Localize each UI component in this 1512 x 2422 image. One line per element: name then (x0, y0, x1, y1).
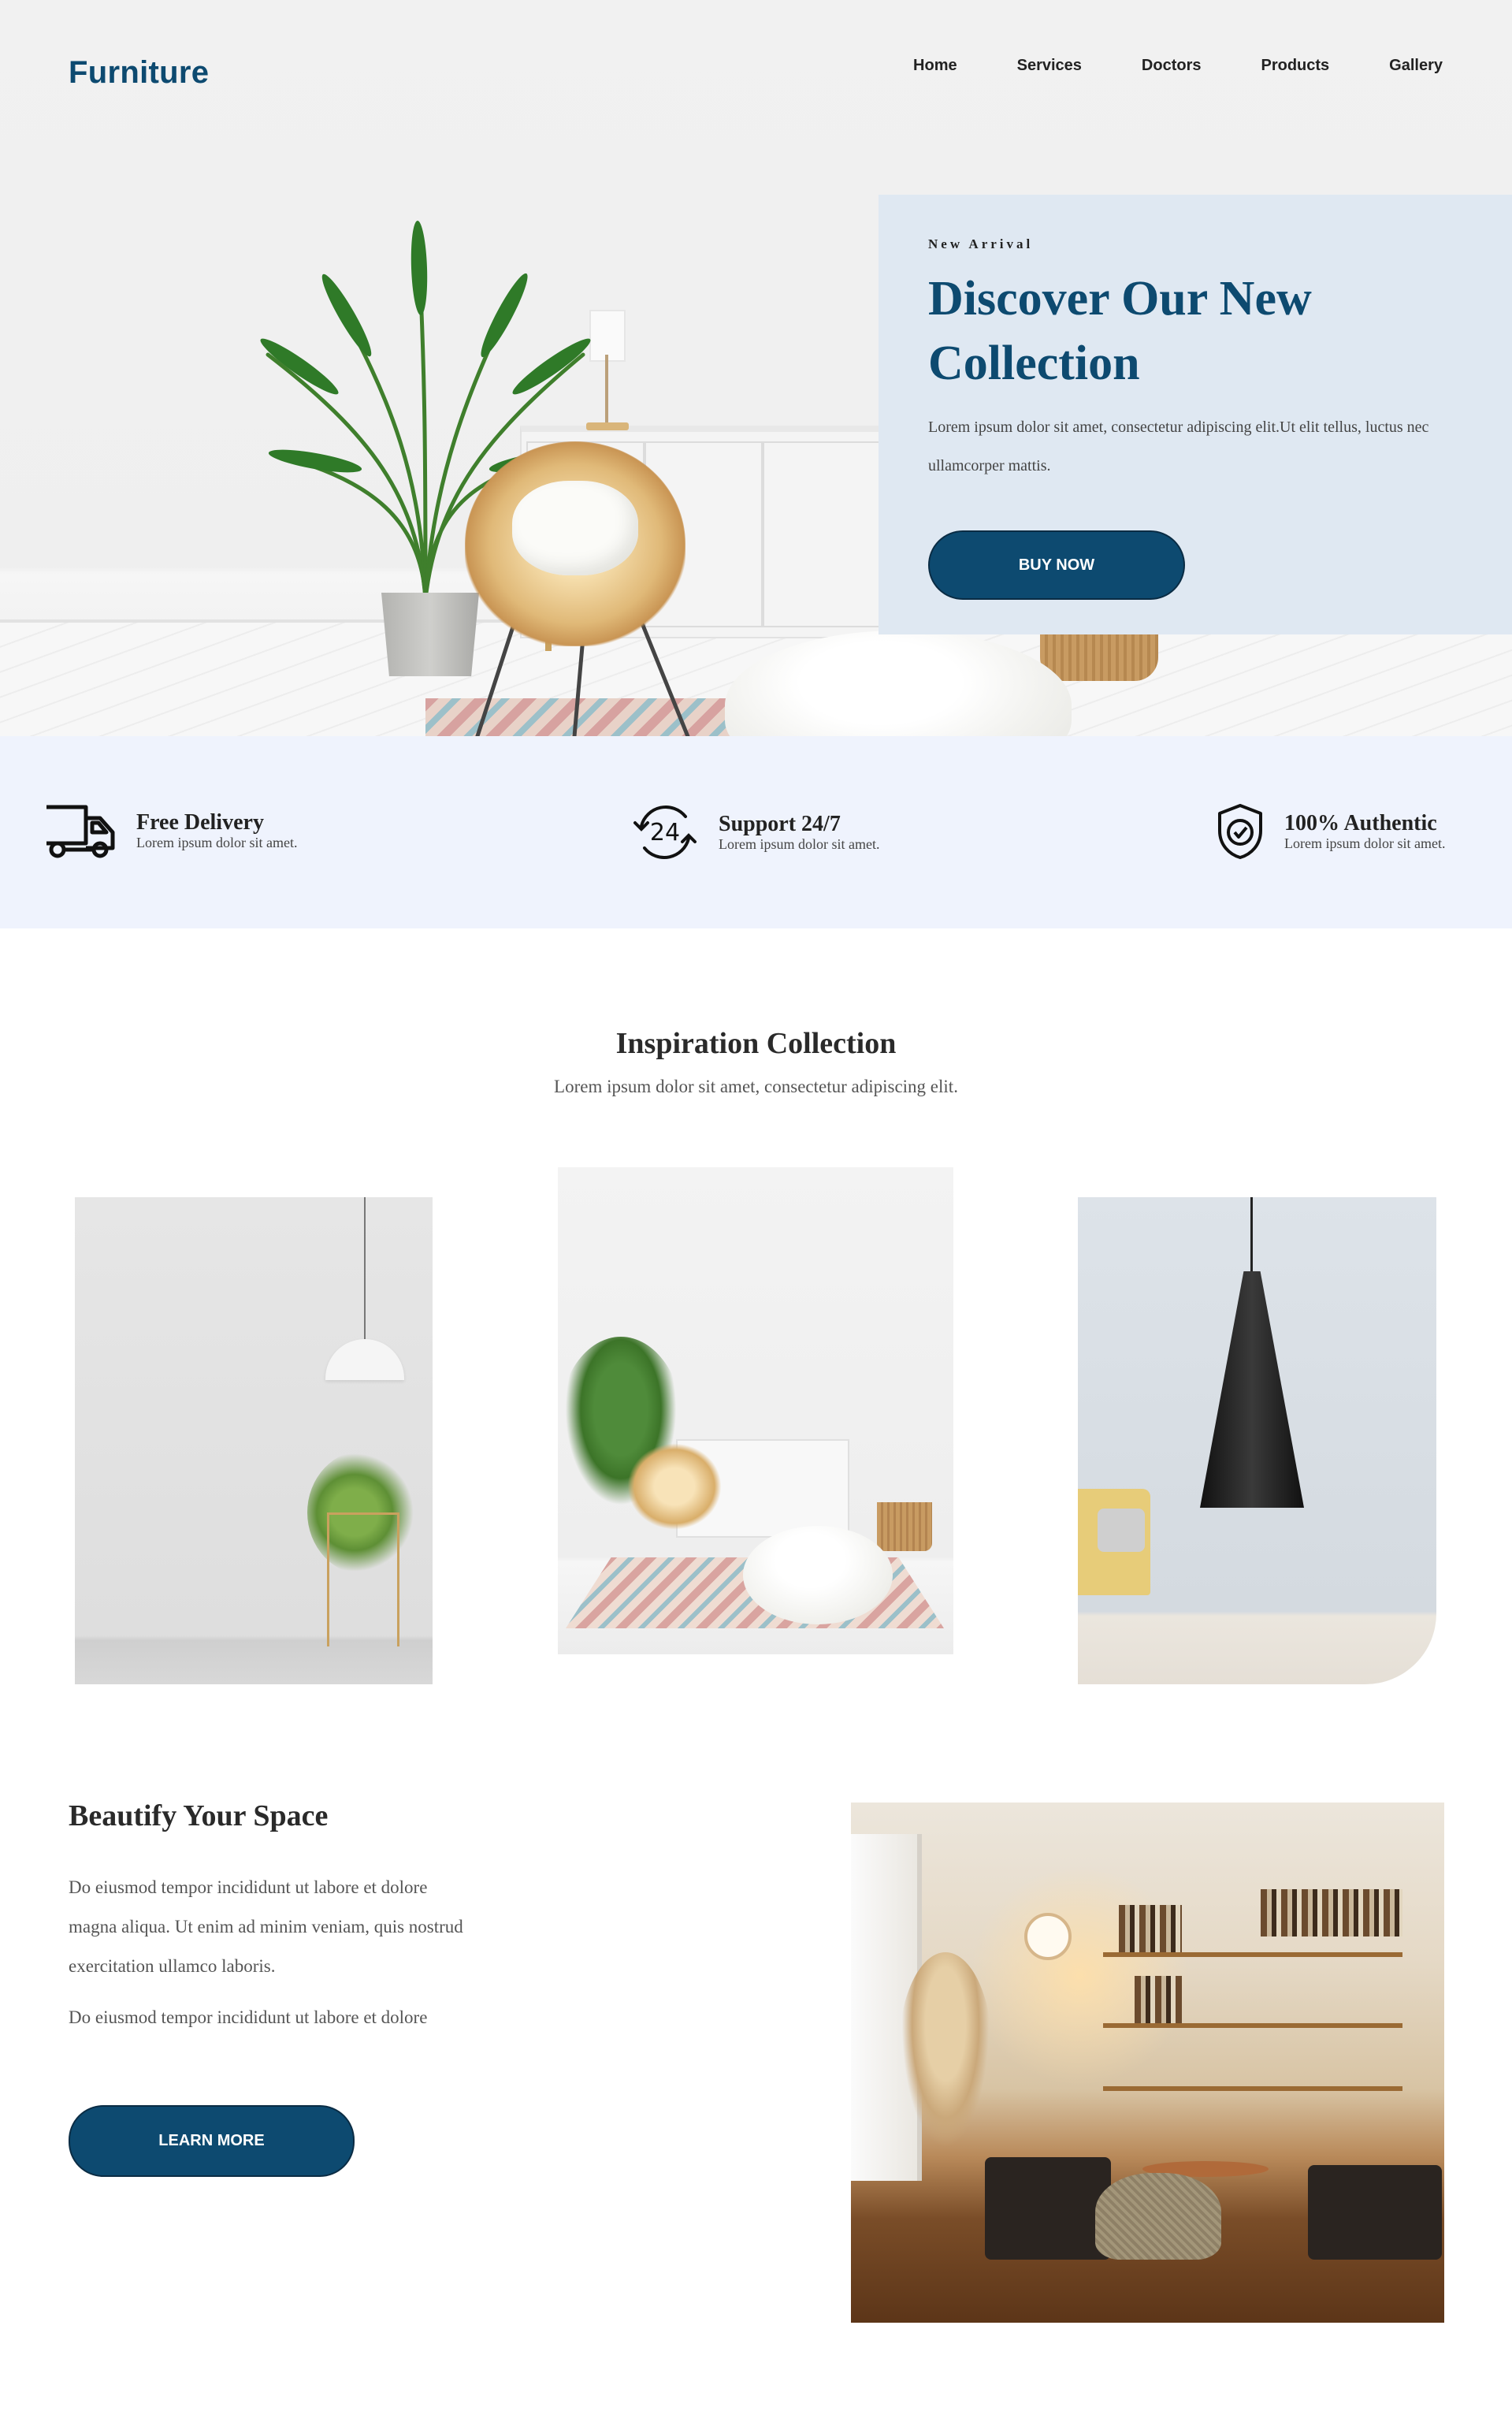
feature-title: Support 24/7 (719, 812, 841, 836)
books (1135, 1976, 1182, 2023)
inspiration-card-living-room[interactable] (558, 1167, 953, 1654)
inspiration-card-black-lamp[interactable] (1078, 1197, 1436, 1684)
hero-rug-image (425, 698, 741, 736)
feature-authentic: 100% Authentic Lorem ipsum dolor sit ame… (1215, 802, 1445, 861)
feature-free-delivery: Free Delivery Lorem ipsum dolor sit amet… (43, 802, 297, 859)
main-nav: Home Services Doctors Products Gallery (853, 57, 1443, 75)
pendant-cord (364, 1197, 366, 1339)
svg-text:24: 24 (650, 819, 680, 846)
feature-text: Lorem ipsum dolor sit amet. (719, 836, 880, 852)
basket-image (877, 1502, 932, 1551)
sofa-pillow-image (1098, 1509, 1145, 1552)
nav-home[interactable]: Home (913, 57, 957, 75)
hero-title: Discover Our New Collection (928, 272, 1312, 390)
pouf-image (743, 1526, 893, 1624)
black-pendant-lamp-image (1200, 1271, 1304, 1508)
plant-stand-image (327, 1512, 399, 1646)
beautify-paragraph: Do eiusmod tempor incididunt ut labore e… (69, 1877, 463, 1976)
buy-now-button[interactable]: BUY NOW (928, 530, 1185, 600)
books (1119, 1905, 1182, 1952)
feature-text: Lorem ipsum dolor sit amet. (136, 835, 298, 850)
hero-plant-pot (381, 593, 479, 676)
inspiration-card-pendant-plants[interactable] (75, 1197, 433, 1684)
ottoman (1095, 2173, 1221, 2260)
nav-doctors[interactable]: Doctors (1142, 57, 1202, 75)
site-logo[interactable]: Furniture (69, 55, 209, 91)
cozy-room-image (851, 1803, 1444, 2323)
feature-title: 100% Authentic (1284, 811, 1437, 835)
feature-support: 24 Support 24/7 Lorem ipsum dolor sit am… (630, 802, 879, 862)
wall-shelf (1103, 2086, 1402, 2091)
hero-basket-image (1040, 634, 1158, 681)
support-24-icon: 24 (633, 805, 697, 859)
feature-title: Free Delivery (136, 810, 264, 835)
nav-products[interactable]: Products (1261, 57, 1329, 75)
books (1261, 1889, 1402, 1936)
features-bar: Free Delivery Lorem ipsum dolor sit amet… (0, 736, 1512, 928)
hero-chair-cushion (512, 481, 638, 575)
pendant-cord (1250, 1197, 1253, 1271)
cabinet-door (763, 441, 881, 627)
armchair (1308, 2165, 1442, 2260)
beautify-title: Beautify Your Space (69, 1799, 329, 1832)
hero-promo-card: New Arrival Discover Our New Collection … (879, 195, 1512, 634)
shield-check-icon (1218, 804, 1262, 859)
beautify-paragraph: Do eiusmod tempor incididunt ut labore e… (69, 2007, 428, 2027)
rattan-chair-image (627, 1443, 722, 1530)
wall-shelf (1103, 1952, 1402, 1957)
pampas-grass (898, 1952, 993, 2157)
wall-shelf (1103, 2023, 1402, 2028)
hero-kicker: New Arrival (928, 236, 1034, 251)
hero-text: Lorem ipsum dolor sit amet, consectetur … (928, 419, 1429, 474)
nav-services[interactable]: Services (1017, 57, 1082, 75)
delivery-truck-icon (46, 805, 115, 858)
inspiration-subtitle: Lorem ipsum dolor sit amet, consectetur … (554, 1077, 958, 1096)
inspiration-title: Inspiration Collection (615, 1027, 897, 1060)
pendant-lamp-image (325, 1339, 404, 1380)
hero-section: Furniture Home Services Doctors Products… (0, 0, 1512, 736)
feature-text: Lorem ipsum dolor sit amet. (1284, 835, 1446, 851)
wall-sconce (1024, 1913, 1072, 1960)
learn-more-button[interactable]: LEARN MORE (69, 2105, 355, 2177)
armchair (985, 2157, 1111, 2260)
nav-gallery[interactable]: Gallery (1389, 57, 1443, 75)
